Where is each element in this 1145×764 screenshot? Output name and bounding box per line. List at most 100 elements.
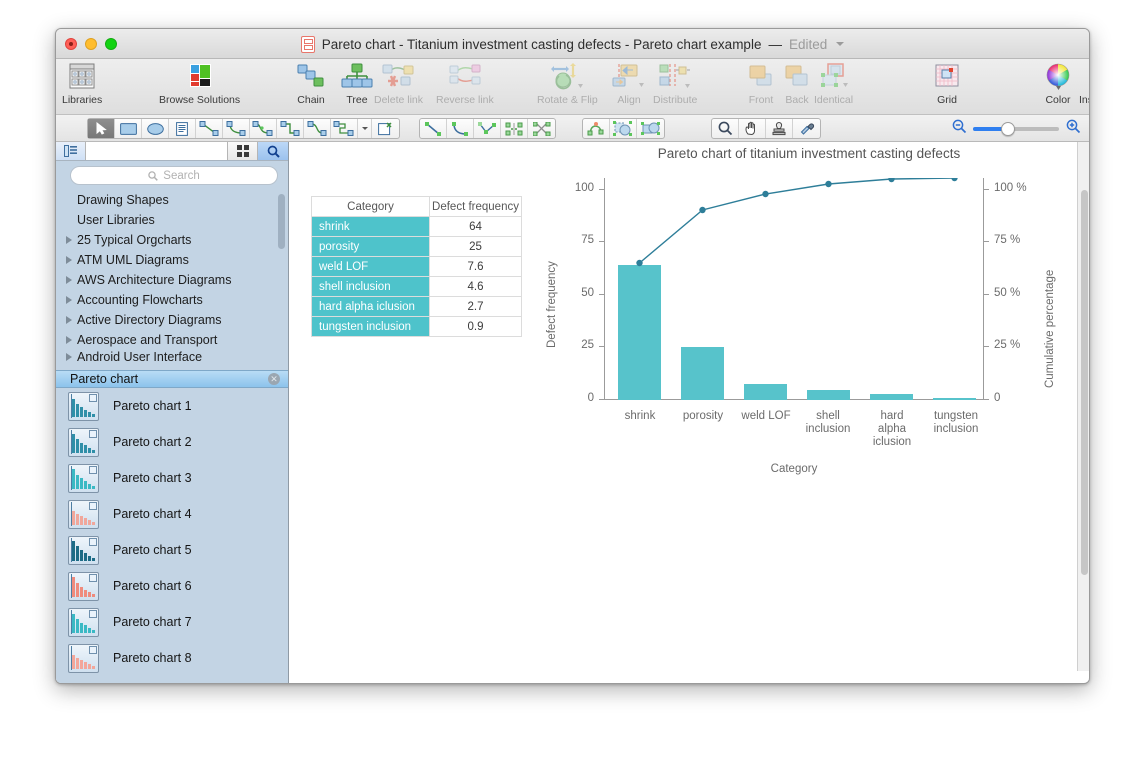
pareto-chart[interactable]: Pareto chart of titanium investment cast… bbox=[529, 142, 1077, 532]
list-item-label: Pareto chart 2 bbox=[113, 435, 192, 449]
toolbar-chain[interactable]: Chain bbox=[294, 61, 328, 106]
arc-tool[interactable] bbox=[447, 119, 474, 138]
tree-item-drawing-shapes[interactable]: Drawing Shapes bbox=[56, 190, 288, 210]
toolbar-back[interactable]: Back bbox=[780, 61, 814, 106]
toolbar-tree[interactable]: Tree bbox=[340, 61, 374, 106]
toolbar-color[interactable]: Color bbox=[1043, 61, 1073, 106]
triangle-right-icon[interactable] bbox=[66, 276, 72, 284]
tree-item-label: User Libraries bbox=[77, 213, 155, 227]
align-icon bbox=[611, 61, 647, 91]
tree-item-aws-architecture-diagrams[interactable]: AWS Architecture Diagrams bbox=[56, 270, 288, 290]
toolbar-delete-link[interactable]: Delete link bbox=[374, 61, 423, 106]
curve-connector-tool[interactable] bbox=[223, 119, 250, 138]
tree-item-25-typical-orgcharts[interactable]: 25 Typical Orgcharts bbox=[56, 230, 288, 250]
ellipse-tool[interactable] bbox=[142, 119, 169, 138]
pareto-chart-thumb-icon bbox=[68, 391, 99, 421]
x-label-tungsten: tungsten inclusion bbox=[933, 410, 979, 435]
tree-item-aerospace-and-transport[interactable]: Aerospace and Transport bbox=[56, 330, 288, 350]
toolbar-reverse-link[interactable]: Reverse link bbox=[436, 61, 494, 106]
reshape-tool[interactable] bbox=[583, 119, 610, 138]
toolbar-align[interactable]: Align bbox=[611, 61, 647, 106]
library-tree-scrollbar[interactable] bbox=[278, 194, 285, 249]
scrollbar-thumb[interactable] bbox=[1080, 190, 1088, 575]
library-tree[interactable]: Drawing Shapes User Libraries 25 Typical… bbox=[56, 190, 288, 370]
text-tool[interactable] bbox=[169, 119, 196, 138]
library-path-field[interactable] bbox=[86, 142, 228, 160]
smart-connector-tool[interactable] bbox=[250, 119, 277, 138]
close-icon[interactable]: ✕ bbox=[268, 373, 280, 385]
toolbar-libraries[interactable]: Libraries bbox=[62, 61, 102, 106]
zoom-slider-knob[interactable] bbox=[1001, 121, 1015, 136]
tree-connector-tool[interactable] bbox=[331, 119, 358, 138]
chevron-down-icon[interactable] bbox=[836, 42, 845, 46]
list-item[interactable]: Pareto chart 3 bbox=[56, 460, 288, 496]
toolbar-color-label: Color bbox=[1045, 94, 1071, 106]
detach-tool[interactable] bbox=[372, 119, 399, 138]
library-tree-icon[interactable] bbox=[56, 142, 86, 160]
list-item-label: Pareto chart 5 bbox=[113, 543, 192, 557]
triangle-right-icon[interactable] bbox=[66, 296, 72, 304]
zoom-out-icon[interactable] bbox=[951, 119, 967, 139]
document-canvas[interactable]: Category Defect frequency shrink 64 poro… bbox=[289, 142, 1077, 671]
triangle-right-icon[interactable] bbox=[66, 316, 72, 324]
pointer-tool[interactable] bbox=[88, 119, 115, 138]
list-item[interactable]: Pareto chart 4 bbox=[56, 496, 288, 532]
toolbar-browse-solutions[interactable]: Browse Solutions bbox=[159, 61, 240, 106]
line-connector-tool[interactable] bbox=[196, 119, 223, 138]
toolbar-front[interactable]: Front bbox=[744, 61, 778, 106]
triangle-right-icon[interactable] bbox=[66, 256, 72, 264]
hand-tool[interactable] bbox=[739, 119, 766, 138]
eyedropper-tool[interactable] bbox=[793, 119, 820, 138]
list-item[interactable]: Pareto chart 8 bbox=[56, 640, 288, 676]
list-item[interactable]: Pareto chart 5 bbox=[56, 532, 288, 568]
connector-dropdown[interactable] bbox=[358, 119, 372, 138]
search-input[interactable]: Search bbox=[70, 166, 278, 185]
zoom-in-icon[interactable] bbox=[1065, 119, 1081, 139]
toolbar-grid[interactable]: Grid bbox=[932, 61, 962, 106]
tree-item-atm-uml-diagrams[interactable]: ATM UML Diagrams bbox=[56, 250, 288, 270]
reverse-link-icon bbox=[445, 61, 485, 91]
table-header-category: Category bbox=[311, 196, 430, 217]
triangle-right-icon[interactable] bbox=[66, 353, 72, 361]
table-cell-value: 2.7 bbox=[429, 296, 522, 317]
zoom-slider[interactable] bbox=[973, 121, 1059, 136]
toolbar-rotate-flip[interactable]: Rotate & Flip bbox=[537, 61, 598, 106]
tree-item-accounting-flowcharts[interactable]: Accounting Flowcharts bbox=[56, 290, 288, 310]
tree-item-android-user-interface[interactable]: Android User Interface bbox=[56, 350, 288, 364]
y-tick-75: 75 bbox=[581, 234, 594, 246]
mirror-tool[interactable] bbox=[501, 119, 528, 138]
stamp-tool[interactable] bbox=[766, 119, 793, 138]
polyline-tool[interactable] bbox=[474, 119, 501, 138]
straight-line-tool[interactable] bbox=[420, 119, 447, 138]
toolbar-identical[interactable]: Identical bbox=[814, 61, 853, 106]
shape-list[interactable]: Pareto chart 1 Pareto chart 2 Pareto cha… bbox=[56, 388, 288, 683]
list-item[interactable]: Pareto chart 6 bbox=[56, 568, 288, 604]
cut-tool[interactable] bbox=[528, 119, 555, 138]
tree-item-active-directory-diagrams[interactable]: Active Directory Diagrams bbox=[56, 310, 288, 330]
toolbar-distribute[interactable]: Distribute bbox=[653, 61, 697, 106]
group-tool[interactable] bbox=[637, 119, 664, 138]
list-item[interactable]: Pareto chart 7 bbox=[56, 604, 288, 640]
library-tab-pareto-chart[interactable]: Pareto chart ✕ bbox=[56, 370, 288, 388]
window-title: Pareto chart - Titanium investment casti… bbox=[56, 29, 1089, 59]
union-tool[interactable] bbox=[610, 119, 637, 138]
rounded-connector-tool[interactable] bbox=[304, 119, 331, 138]
list-item-label: Pareto chart 6 bbox=[113, 579, 192, 593]
toolbar-inspectors[interactable]: i Inspectors bbox=[1079, 61, 1089, 106]
list-item[interactable]: Pareto chart 1 bbox=[56, 388, 288, 424]
zoom-slider-group[interactable] bbox=[951, 118, 1081, 139]
right-angle-connector-tool[interactable] bbox=[277, 119, 304, 138]
pareto-chart-thumb-icon bbox=[68, 607, 99, 637]
chart-plot-area: 0 25 50 75 100 0 25 % 50 % 75 % 100 % De… bbox=[546, 178, 1056, 475]
rectangle-tool[interactable] bbox=[115, 119, 142, 138]
triangle-right-icon[interactable] bbox=[66, 236, 72, 244]
title-bar[interactable]: Pareto chart - Titanium investment casti… bbox=[56, 29, 1089, 59]
list-item[interactable]: Pareto chart 2 bbox=[56, 424, 288, 460]
zoom-tool[interactable] bbox=[712, 119, 739, 138]
search-icon[interactable] bbox=[258, 142, 288, 160]
tool-group-draw bbox=[419, 118, 556, 139]
grid-view-icon[interactable] bbox=[228, 142, 258, 160]
tree-item-user-libraries[interactable]: User Libraries bbox=[56, 210, 288, 230]
canvas-vertical-scrollbar[interactable] bbox=[1077, 142, 1089, 671]
triangle-right-icon[interactable] bbox=[66, 336, 72, 344]
